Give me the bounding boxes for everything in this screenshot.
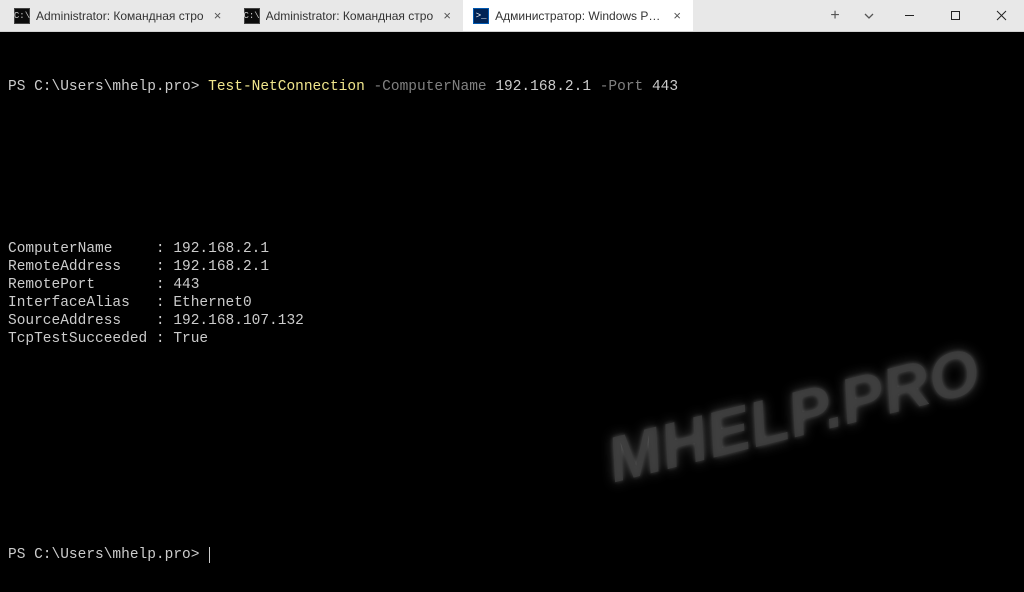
cmdlet-name: Test-NetConnection — [208, 79, 365, 95]
terminal-pane[interactable]: PS C:\Users\mhelp.pro> Test-NetConnectio… — [0, 32, 1024, 592]
command-line-2: PS C:\Users\mhelp.pro> — [8, 546, 1016, 564]
output-row: RemoteAddress : 192.168.2.1 — [8, 258, 1016, 276]
tab-close-button[interactable]: × — [210, 8, 226, 24]
param-computername: -ComputerName — [373, 79, 486, 95]
output-row: InterfaceAlias : Ethernet0 — [8, 294, 1016, 312]
tab-label: Администратор: Windows Pow — [495, 9, 663, 23]
output-row: RemotePort : 443 — [8, 276, 1016, 294]
blank-line — [8, 186, 1016, 204]
chevron-down-icon — [863, 10, 875, 22]
tab-close-button[interactable]: × — [669, 8, 685, 24]
minimize-button[interactable] — [886, 0, 932, 31]
close-window-button[interactable] — [978, 0, 1024, 31]
tab-1[interactable]: C:\ Administrator: Командная стро × — [234, 0, 464, 31]
blank-line — [8, 384, 1016, 402]
output-row: SourceAddress : 192.168.107.132 — [8, 312, 1016, 330]
blank-line — [8, 438, 1016, 456]
tab-label: Administrator: Командная стро — [36, 9, 204, 23]
output-row: ComputerName : 192.168.2.1 — [8, 240, 1016, 258]
new-tab-button[interactable]: + — [818, 0, 852, 31]
tab-label: Administrator: Командная стро — [266, 9, 434, 23]
tab-strip: C:\ Administrator: Командная стро × C:\ Admi… — [0, 0, 818, 31]
close-icon — [996, 10, 1007, 21]
blank-line — [8, 132, 1016, 150]
value-port: 443 — [652, 79, 678, 95]
prompt-text: PS C:\Users\mhelp.pro> — [8, 547, 199, 563]
blank-line — [8, 492, 1016, 510]
tab-2[interactable]: >_ Администратор: Windows Pow × — [463, 0, 693, 31]
window-controls — [886, 0, 1024, 31]
text-cursor — [209, 547, 210, 563]
cmd-icon: C:\ — [244, 8, 260, 24]
powershell-icon: >_ — [473, 8, 489, 24]
titlebar: C:\ Administrator: Командная стро × C:\ Admi… — [0, 0, 1024, 32]
prompt-text: PS C:\Users\mhelp.pro> — [8, 79, 199, 95]
maximize-button[interactable] — [932, 0, 978, 31]
output-block: ComputerName : 192.168.2.1RemoteAddress … — [8, 240, 1016, 348]
output-row: TcpTestSucceeded : True — [8, 330, 1016, 348]
command-line-1: PS C:\Users\mhelp.pro> Test-NetConnectio… — [8, 78, 1016, 96]
tab-dropdown-button[interactable] — [852, 0, 886, 31]
tab-close-button[interactable]: × — [439, 8, 455, 24]
tab-0[interactable]: C:\ Administrator: Командная стро × — [4, 0, 234, 31]
param-port: -Port — [600, 79, 644, 95]
value-computername: 192.168.2.1 — [495, 79, 591, 95]
cmd-icon: C:\ — [14, 8, 30, 24]
minimize-icon — [904, 10, 915, 21]
maximize-icon — [950, 10, 961, 21]
